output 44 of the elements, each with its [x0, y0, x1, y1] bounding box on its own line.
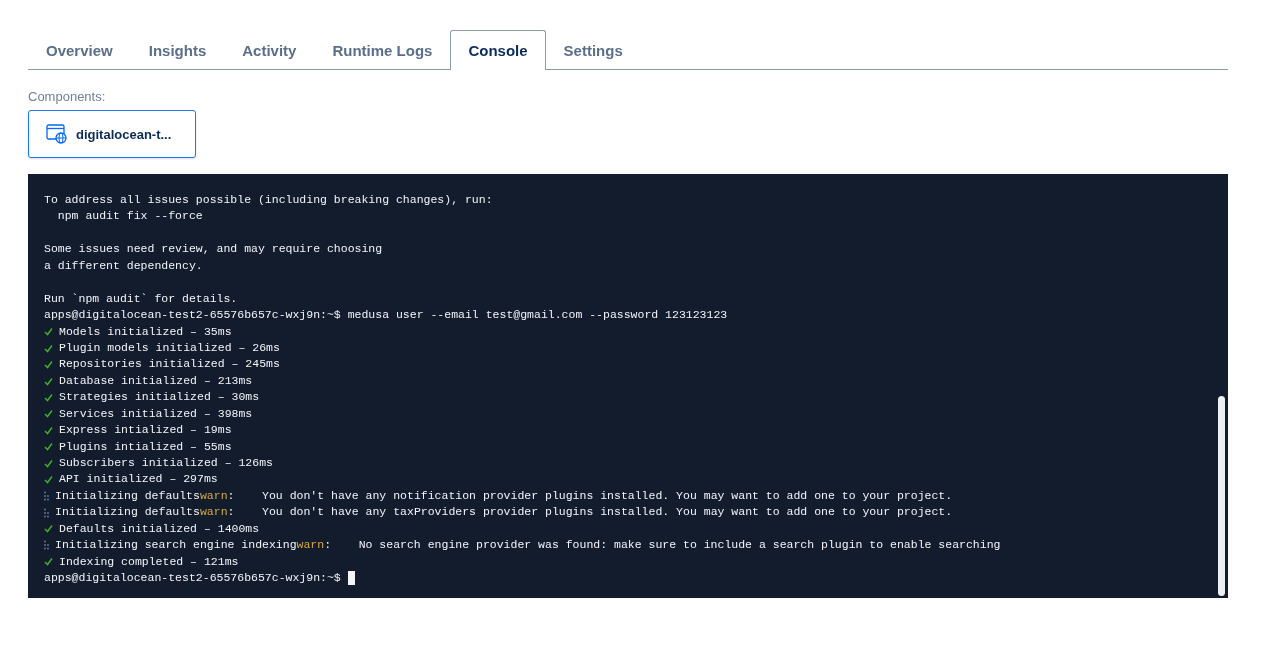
console-line: Database initialized – 213ms — [59, 372, 253, 389]
tab[interactable]: Insights — [130, 30, 225, 70]
warn-label: warn — [199, 504, 228, 521]
console-line: Models initialized – 35ms — [59, 323, 232, 340]
tab[interactable]: Runtime Logs — [314, 30, 451, 70]
warning-message: : You don't have any taxProviders provider plugins installed. You may want to add one to your project. — [227, 504, 953, 521]
console-prompt: apps@digitalocean-test2-65576b657c-wxj9n:~$ — [44, 570, 342, 587]
console-line: Repositories initialized – 245ms — [59, 356, 280, 373]
scrollbar[interactable] — [1218, 396, 1225, 596]
console-line: Plugins intialized – 55ms — [59, 438, 232, 455]
warn-label: warn — [199, 487, 228, 504]
console-line: Initializing search engine indexing — [55, 537, 297, 554]
spinner-icon — [44, 507, 49, 518]
spinner-icon — [44, 540, 49, 551]
check-icon — [44, 524, 53, 534]
console-line: Indexing completed – 121ms — [59, 553, 239, 570]
component-button[interactable]: digitalocean-t... — [28, 110, 196, 158]
console-line: Defaults initialized – 1400ms — [59, 520, 260, 537]
console-line: Some issues need review, and may require choosing — [44, 241, 384, 258]
text-cursor — [347, 571, 355, 586]
console-line: a different dependency. — [44, 257, 204, 274]
console-line: Express intialized – 19ms — [59, 422, 232, 439]
warning-message: : You don't have any notification provider plugins installed. You may want to add one to your project. — [227, 487, 953, 504]
check-icon — [44, 557, 53, 567]
tab[interactable]: Console — [450, 30, 546, 70]
console-line: API initialized – 297ms — [59, 471, 218, 488]
tab[interactable]: Settings — [545, 30, 641, 70]
console-line: apps@digitalocean-test2-65576b657c-wxj9n:~$ medusa user --email test@gmail.com --password 123123123 — [44, 307, 729, 324]
console-line: To address all issues possible (including breaking changes), run: — [44, 192, 494, 208]
spinner-icon — [44, 491, 49, 502]
components-label: Components: — [28, 89, 107, 104]
console-line: Initializing defaults — [55, 504, 200, 521]
console-line: Strategies initialized – 30ms — [59, 389, 260, 406]
web-window-icon — [46, 124, 68, 144]
console-line: Run `npm audit` for details. — [44, 290, 239, 307]
tab[interactable]: Overview — [28, 30, 131, 70]
warn-label: warn — [296, 537, 325, 554]
console-line: npm audit fix --force — [56, 208, 204, 225]
console-line: Initializing defaults — [55, 487, 200, 504]
warning-message: : No search engine provider was found: make sure to include a search plugin to enable searching — [324, 537, 1001, 554]
console-line: Plugin models initialized – 26ms — [59, 339, 280, 356]
tab[interactable]: Activity — [224, 30, 315, 70]
console-line: Services initialized – 398ms — [59, 405, 253, 422]
console-line: Subscribers initialized – 126ms — [59, 455, 273, 471]
